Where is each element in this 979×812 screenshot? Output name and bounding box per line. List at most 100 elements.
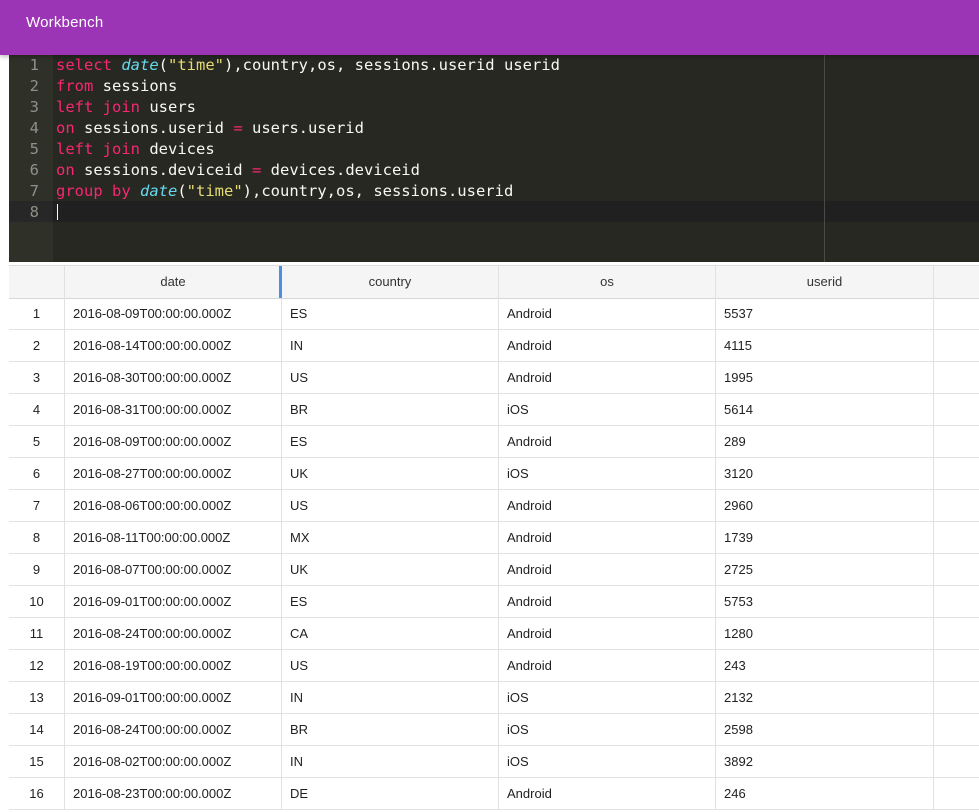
userid-cell[interactable]: 4115 xyxy=(716,330,934,362)
os-cell[interactable]: Android xyxy=(499,298,716,330)
userid-cell[interactable]: 3120 xyxy=(716,458,934,490)
country-cell[interactable]: UK xyxy=(282,458,499,490)
country-cell[interactable]: US xyxy=(282,362,499,394)
country-cell[interactable]: CA xyxy=(282,618,499,650)
date-cell[interactable]: 2016-08-09T00:00:00.000Z xyxy=(65,298,282,330)
row-number-cell[interactable]: 10 xyxy=(9,586,65,618)
date-cell[interactable]: 2016-08-24T00:00:00.000Z xyxy=(65,618,282,650)
row-number-cell[interactable]: 2 xyxy=(9,330,65,362)
country-cell[interactable]: BR xyxy=(282,394,499,426)
date-cell[interactable]: 2016-08-31T00:00:00.000Z xyxy=(65,394,282,426)
userid-cell[interactable]: 5614 xyxy=(716,394,934,426)
userid-cell[interactable]: 1280 xyxy=(716,618,934,650)
country-cell[interactable]: ES xyxy=(282,298,499,330)
table-row[interactable]: 11 2016-08-24T00:00:00.000Z CA Android 1280 xyxy=(9,618,979,650)
country-cell[interactable]: IN xyxy=(282,330,499,362)
row-number-cell[interactable]: 15 xyxy=(9,746,65,778)
row-number-cell[interactable]: 11 xyxy=(9,618,65,650)
table-row[interactable]: 14 2016-08-24T00:00:00.000Z BR iOS 2598 xyxy=(9,714,979,746)
os-cell[interactable]: Android xyxy=(499,330,716,362)
row-number-cell[interactable]: 16 xyxy=(9,778,65,810)
table-row[interactable]: 15 2016-08-02T00:00:00.000Z IN iOS 3892 xyxy=(9,746,979,778)
column-resize-handle[interactable] xyxy=(279,266,282,298)
row-number-cell[interactable]: 8 xyxy=(9,522,65,554)
country-cell[interactable]: MX xyxy=(282,522,499,554)
os-cell[interactable]: Android xyxy=(499,362,716,394)
userid-cell[interactable]: 2725 xyxy=(716,554,934,586)
os-cell[interactable]: Android xyxy=(499,650,716,682)
date-cell[interactable]: 2016-08-14T00:00:00.000Z xyxy=(65,330,282,362)
row-number-cell[interactable]: 14 xyxy=(9,714,65,746)
userid-cell[interactable]: 289 xyxy=(716,426,934,458)
table-row[interactable]: 5 2016-08-09T00:00:00.000Z ES Android 289 xyxy=(9,426,979,458)
country-cell[interactable]: ES xyxy=(282,586,499,618)
table-row[interactable]: 3 2016-08-30T00:00:00.000Z US Android 1995 xyxy=(9,362,979,394)
date-cell[interactable]: 2016-08-23T00:00:00.000Z xyxy=(65,778,282,810)
country-cell[interactable]: UK xyxy=(282,554,499,586)
userid-cell[interactable]: 2132 xyxy=(716,682,934,714)
country-cell[interactable]: ES xyxy=(282,426,499,458)
os-cell[interactable]: Android xyxy=(499,426,716,458)
table-row[interactable]: 13 2016-09-01T00:00:00.000Z IN iOS 2132 xyxy=(9,682,979,714)
date-cell[interactable]: 2016-08-06T00:00:00.000Z xyxy=(65,490,282,522)
os-cell[interactable]: Android xyxy=(499,554,716,586)
sql-editor[interactable]: 1 select date("time"),country,os, session… xyxy=(9,55,979,262)
date-cell[interactable]: 2016-08-02T00:00:00.000Z xyxy=(65,746,282,778)
row-number-cell[interactable]: 1 xyxy=(9,298,65,330)
os-cell[interactable]: iOS xyxy=(499,714,716,746)
table-row[interactable]: 4 2016-08-31T00:00:00.000Z BR iOS 5614 xyxy=(9,394,979,426)
date-cell[interactable]: 2016-09-01T00:00:00.000Z xyxy=(65,682,282,714)
os-cell[interactable]: Android xyxy=(499,522,716,554)
userid-cell[interactable]: 2960 xyxy=(716,490,934,522)
os-cell[interactable]: Android xyxy=(499,618,716,650)
userid-cell[interactable]: 5753 xyxy=(716,586,934,618)
country-cell[interactable]: BR xyxy=(282,714,499,746)
country-cell[interactable]: IN xyxy=(282,746,499,778)
os-cell[interactable]: iOS xyxy=(499,394,716,426)
table-row[interactable]: 16 2016-08-23T00:00:00.000Z DE Android 246 xyxy=(9,778,979,810)
table-row[interactable]: 10 2016-09-01T00:00:00.000Z ES Android 5753 xyxy=(9,586,979,618)
date-cell[interactable]: 2016-08-30T00:00:00.000Z xyxy=(65,362,282,394)
column-header-date[interactable]: date xyxy=(65,266,282,298)
os-cell[interactable]: iOS xyxy=(499,746,716,778)
table-row[interactable]: 1 2016-08-09T00:00:00.000Z ES Android 5537 xyxy=(9,298,979,330)
row-number-cell[interactable]: 6 xyxy=(9,458,65,490)
column-header-country[interactable]: country xyxy=(282,266,499,298)
table-row[interactable]: 6 2016-08-27T00:00:00.000Z UK iOS 3120 xyxy=(9,458,979,490)
table-row[interactable]: 12 2016-08-19T00:00:00.000Z US Android 243 xyxy=(9,650,979,682)
country-cell[interactable]: US xyxy=(282,490,499,522)
row-number-cell[interactable]: 9 xyxy=(9,554,65,586)
column-header-userid[interactable]: userid xyxy=(716,266,934,298)
row-number-cell[interactable]: 12 xyxy=(9,650,65,682)
row-number-cell[interactable]: 4 xyxy=(9,394,65,426)
row-number-cell[interactable]: 7 xyxy=(9,490,65,522)
date-cell[interactable]: 2016-08-27T00:00:00.000Z xyxy=(65,458,282,490)
date-cell[interactable]: 2016-08-24T00:00:00.000Z xyxy=(65,714,282,746)
userid-cell[interactable]: 2598 xyxy=(716,714,934,746)
date-cell[interactable]: 2016-09-01T00:00:00.000Z xyxy=(65,586,282,618)
country-cell[interactable]: IN xyxy=(282,682,499,714)
country-cell[interactable]: US xyxy=(282,650,499,682)
userid-cell[interactable]: 3892 xyxy=(716,746,934,778)
country-cell[interactable]: DE xyxy=(282,778,499,810)
userid-cell[interactable]: 5537 xyxy=(716,298,934,330)
row-number-cell[interactable]: 5 xyxy=(9,426,65,458)
table-row[interactable]: 7 2016-08-06T00:00:00.000Z US Android 2960 xyxy=(9,490,979,522)
date-cell[interactable]: 2016-08-09T00:00:00.000Z xyxy=(65,426,282,458)
date-cell[interactable]: 2016-08-19T00:00:00.000Z xyxy=(65,650,282,682)
userid-cell[interactable]: 246 xyxy=(716,778,934,810)
table-row[interactable]: 9 2016-08-07T00:00:00.000Z UK Android 2725 xyxy=(9,554,979,586)
userid-cell[interactable]: 1995 xyxy=(716,362,934,394)
row-number-cell[interactable]: 3 xyxy=(9,362,65,394)
column-header-os[interactable]: os xyxy=(499,266,716,298)
userid-cell[interactable]: 1739 xyxy=(716,522,934,554)
os-cell[interactable]: Android xyxy=(499,778,716,810)
results-grid[interactable]: date country os userid 1 2016-08-09T00:00… xyxy=(9,265,979,812)
os-cell[interactable]: Android xyxy=(499,490,716,522)
os-cell[interactable]: iOS xyxy=(499,682,716,714)
date-cell[interactable]: 2016-08-07T00:00:00.000Z xyxy=(65,554,282,586)
table-row[interactable]: 8 2016-08-11T00:00:00.000Z MX Android 1739 xyxy=(9,522,979,554)
os-cell[interactable]: Android xyxy=(499,586,716,618)
row-number-cell[interactable]: 13 xyxy=(9,682,65,714)
table-row[interactable]: 2 2016-08-14T00:00:00.000Z IN Android 4115 xyxy=(9,330,979,362)
